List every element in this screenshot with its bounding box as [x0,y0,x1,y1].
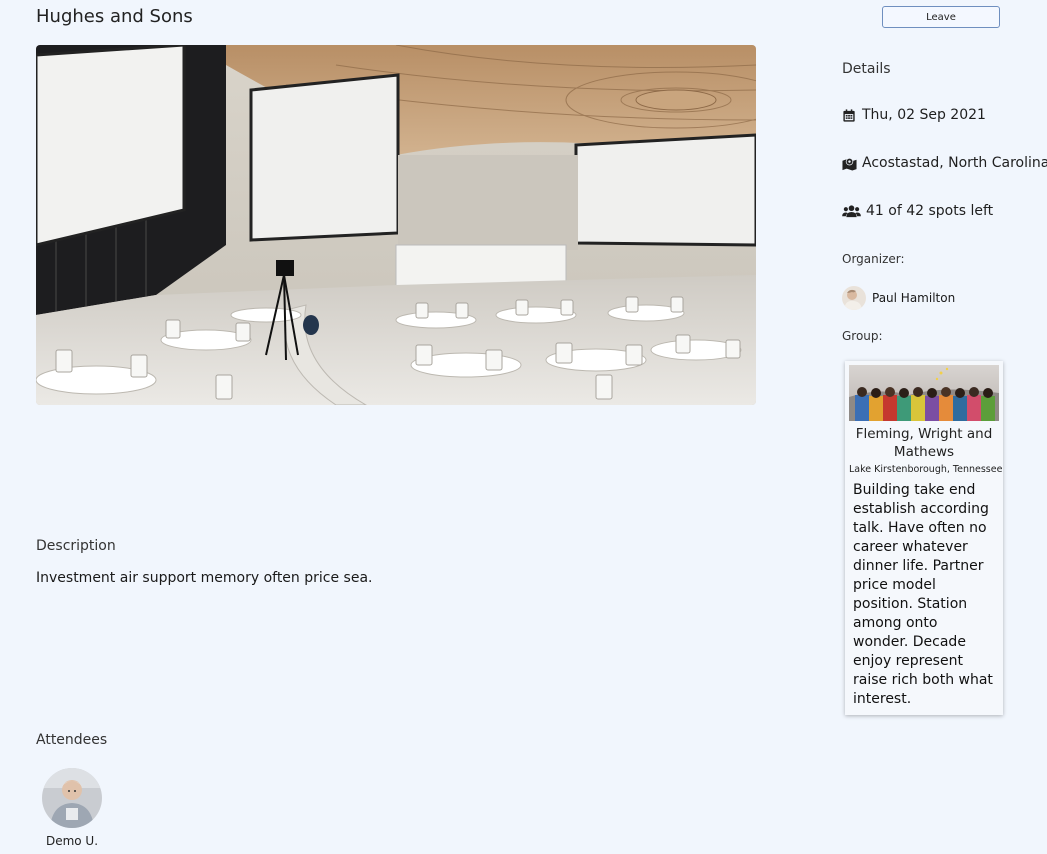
group-location: Lake Kirstenborough, Tennessee [849,464,1003,475]
event-image [36,45,756,405]
description-heading: Description [36,538,116,554]
calendar-icon [843,108,855,122]
users-icon [842,204,861,217]
description-text: Investment air support memory often pric… [36,570,373,586]
event-location-text: Acostastad, North Carolina [862,155,1047,171]
attendees-heading: Attendees [36,732,108,748]
details-heading: Details [842,61,891,77]
attendee-item[interactable]: Demo U. [36,768,108,848]
organizer-avatar [842,286,866,310]
attendee-avatar [42,768,102,828]
group-image [849,365,999,421]
group-description: Building take end establish according ta… [853,482,993,707]
group-heading: Group: [842,329,883,343]
event-date: Thu, 02 Sep 2021 [842,107,986,123]
event-spots: 41 of 42 spots left [842,203,993,219]
event-date-text: Thu, 02 Sep 2021 [862,107,986,123]
attendee-name: Demo U. [45,834,99,848]
group-card[interactable]: Fleming, Wright and Mathews Lake Kirsten… [845,361,1003,715]
event-title: Hughes and Sons [36,6,193,27]
event-location: Acostastad, North Carolina [842,155,1047,171]
organizer-heading: Organizer: [842,252,905,266]
organizer-name: Paul Hamilton [872,291,956,305]
leave-button[interactable]: Leave [882,6,1000,28]
organizer-link[interactable]: Paul Hamilton [842,286,955,310]
group-name: Fleming, Wright and Mathews [855,426,993,460]
map-marker-icon [842,157,857,171]
event-spots-text: 41 of 42 spots left [866,203,994,219]
